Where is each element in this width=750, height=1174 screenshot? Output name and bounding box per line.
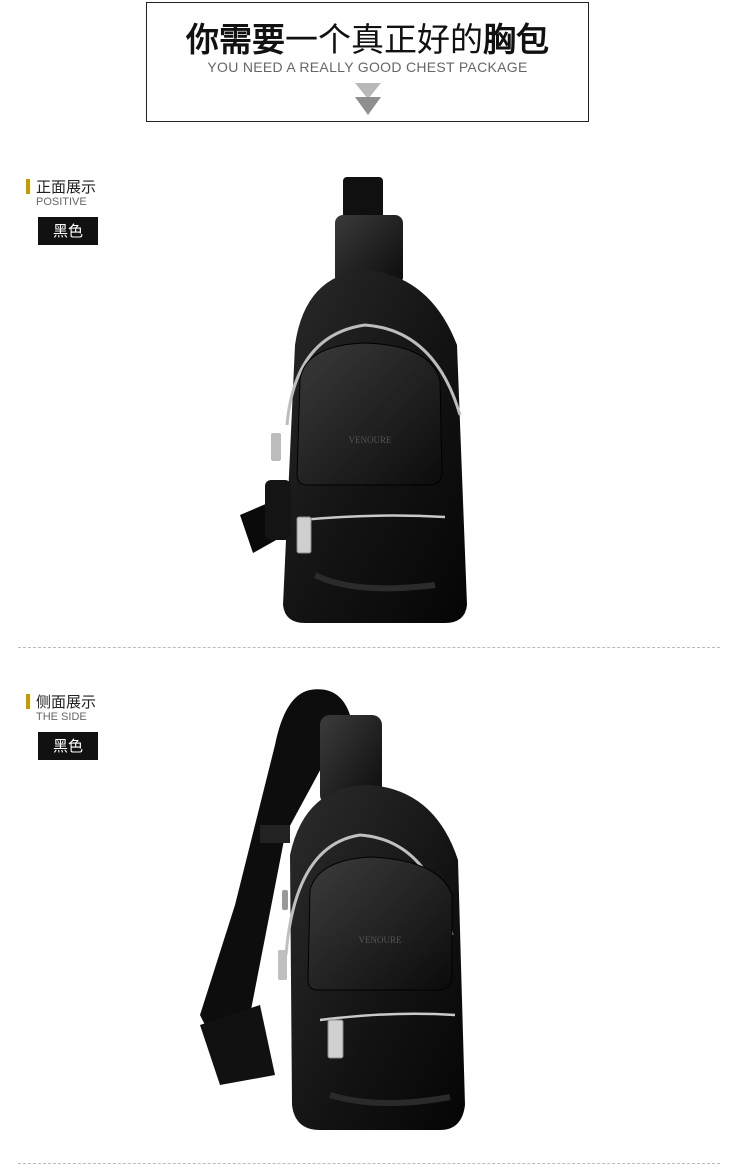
brand-embossing: VENOURE — [359, 935, 402, 945]
double-chevron-down-icon — [355, 83, 381, 115]
brand-embossing: VENOURE — [349, 435, 392, 445]
section-divider — [18, 1163, 720, 1164]
side-bag-image: VENOURE — [200, 689, 465, 1130]
front-bag-image: VENOURE — [240, 177, 467, 623]
section-title-en: POSITIVE — [36, 196, 87, 208]
section-title-cn: 侧面展示 — [36, 693, 97, 711]
hero-title: 你需要一个真正好的胸包 — [147, 13, 588, 61]
section-title-en: THE SIDE — [36, 711, 87, 723]
accent-bar — [26, 179, 30, 194]
color-tag[interactable]: 黑色 — [38, 732, 98, 760]
section-title-cn: 正面展示 — [36, 178, 97, 196]
hero-title-bold-1: 你需要 — [186, 20, 285, 59]
hero-title-light: 一个真正好的 — [285, 20, 483, 59]
accent-bar — [26, 694, 30, 709]
hero-subtitle: YOU NEED A REALLY GOOD CHEST PACKAGE — [207, 59, 528, 75]
hero-banner: 你需要一个真正好的胸包 YOU NEED A REALLY GOOD CHEST… — [146, 2, 589, 122]
section-divider — [18, 647, 720, 648]
hero-title-bold-2: 胸包 — [483, 20, 549, 59]
color-tag[interactable]: 黑色 — [38, 217, 98, 245]
